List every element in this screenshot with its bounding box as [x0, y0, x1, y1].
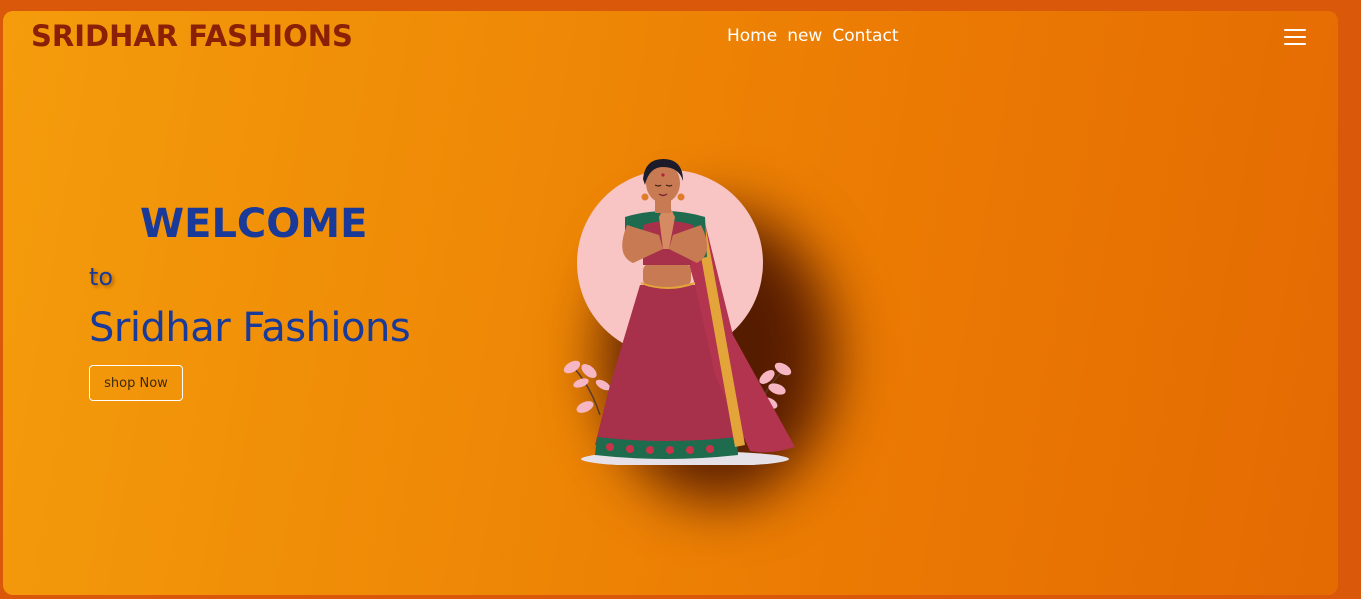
page-frame: SRIDHAR FASHIONS Home new Contact WELCOM…: [3, 11, 1338, 595]
hamburger-menu-icon[interactable]: [1284, 29, 1306, 46]
main-nav: Home new Contact: [727, 26, 898, 46]
woman-in-saree-namaste-illustration: [563, 159, 795, 465]
left-plant-icon: [563, 360, 611, 416]
hero-welcome: WELCOME: [140, 201, 368, 247]
nav-new[interactable]: new: [787, 26, 822, 46]
nav-home[interactable]: Home: [727, 26, 777, 46]
nav-contact[interactable]: Contact: [832, 26, 898, 46]
hero-to: to: [89, 263, 114, 291]
brand-logo[interactable]: SRIDHAR FASHIONS: [31, 19, 353, 53]
hero-title: Sridhar Fashions: [89, 305, 411, 351]
shop-now-button[interactable]: shop Now: [89, 365, 183, 401]
